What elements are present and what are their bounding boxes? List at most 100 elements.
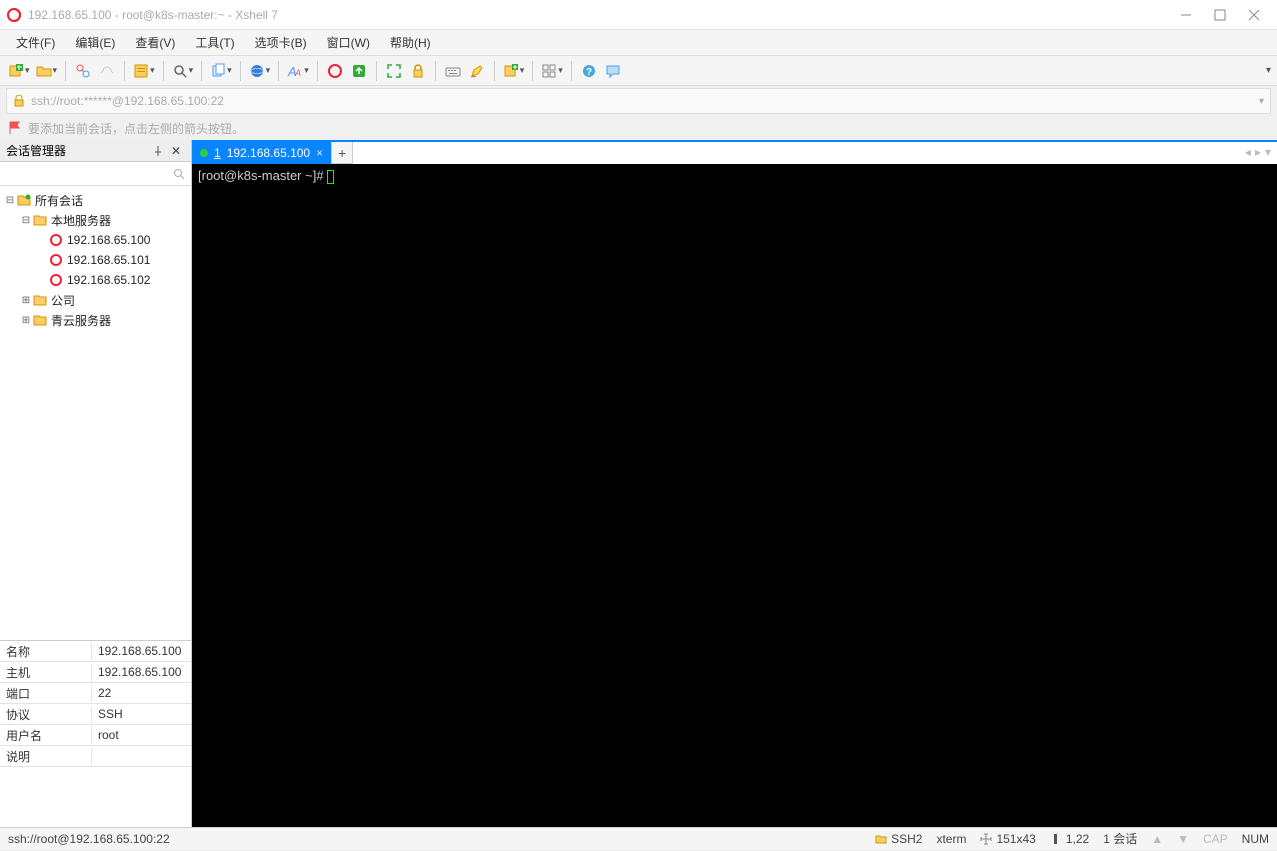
copy-icon[interactable]: ▾	[208, 60, 234, 82]
search-input[interactable]	[0, 162, 191, 185]
size-icon	[980, 833, 992, 845]
tile-icon[interactable]: ▾	[539, 60, 565, 82]
menu-view[interactable]: 查看(V)	[127, 32, 183, 53]
expand-icon[interactable]: ⊟	[20, 215, 32, 226]
status-up-icon[interactable]: ▲	[1151, 832, 1163, 846]
search-icon[interactable]: ▾	[170, 60, 196, 82]
tree-label: 所有会话	[35, 192, 83, 209]
maximize-button[interactable]	[1213, 8, 1227, 22]
fullscreen-icon[interactable]	[383, 60, 405, 82]
tree-label: 本地服务器	[51, 212, 111, 229]
tree-folder-company[interactable]: ⊞ 公司	[2, 290, 189, 310]
minimize-button[interactable]	[1179, 8, 1193, 22]
menu-tools[interactable]: 工具(T)	[187, 32, 242, 53]
expand-icon[interactable]: ⊞	[20, 295, 32, 306]
status-size: 151x43	[980, 832, 1035, 846]
terminal[interactable]: [root@k8s-master ~]#	[192, 164, 1277, 827]
expand-icon[interactable]: ⊟	[4, 195, 16, 206]
status-sessions: 1 会话	[1103, 830, 1137, 847]
hint-bar: 要添加当前会话，点击左侧的箭头按钮。	[0, 116, 1277, 140]
toolbar-overflow-icon[interactable]: ▾	[1266, 65, 1271, 76]
tab-prev-icon[interactable]: ◂	[1245, 145, 1251, 159]
status-cap: CAP	[1203, 832, 1228, 846]
prop-row-user: 用户名root	[0, 725, 191, 746]
tree-host-0[interactable]: 192.168.65.100	[2, 230, 189, 250]
close-button[interactable]	[1247, 8, 1261, 22]
tree-label: 公司	[51, 292, 75, 309]
hint-text: 要添加当前会话，点击左侧的箭头按钮。	[28, 120, 244, 137]
tab-menu-icon[interactable]: ▾	[1265, 145, 1271, 159]
disconnect-icon[interactable]	[96, 60, 118, 82]
prop-row-proto: 协议SSH	[0, 704, 191, 725]
terminal-cursor	[327, 170, 334, 184]
tree-folder-local[interactable]: ⊟ 本地服务器	[2, 210, 189, 230]
session-tree: ⊟ 所有会话 ⊟ 本地服务器 192.168.65.100 192.168.65…	[0, 186, 191, 640]
open-session-icon[interactable]: ▾	[34, 60, 60, 82]
app-icon	[6, 7, 22, 23]
session-manager-panel: 会话管理器 ✕ ⊟ 所有会话 ⊟ 本地服务器 192.168.65.100	[0, 140, 192, 827]
tree-label: 青云服务器	[51, 312, 111, 329]
menu-edit[interactable]: 编辑(E)	[67, 32, 123, 53]
session-icon	[48, 232, 64, 248]
globe-icon[interactable]: ▾	[247, 60, 273, 82]
cursor-pos-icon	[1050, 833, 1062, 845]
xshell-icon[interactable]	[324, 60, 346, 82]
add-button-icon[interactable]: ▾	[501, 60, 527, 82]
address-dropdown-icon[interactable]: ▾	[1259, 96, 1264, 107]
tree-label: 192.168.65.102	[67, 273, 150, 287]
add-tab-button[interactable]: +	[331, 142, 353, 164]
properties-icon[interactable]: ▾	[131, 60, 157, 82]
tab-next-icon[interactable]: ▸	[1255, 145, 1261, 159]
hint-flag-icon	[8, 121, 22, 135]
properties-table: 名称192.168.65.100 主机192.168.65.100 端口22 协…	[0, 640, 191, 827]
status-down-icon[interactable]: ▼	[1177, 832, 1189, 846]
highlight-icon[interactable]	[466, 60, 488, 82]
tree-host-2[interactable]: 192.168.65.102	[2, 270, 189, 290]
prop-row-host: 主机192.168.65.100	[0, 662, 191, 683]
terminal-prompt: [root@k8s-master ~]#	[198, 168, 327, 183]
status-term: xterm	[936, 832, 966, 846]
expand-icon[interactable]: ⊞	[20, 315, 32, 326]
address-text: ssh://root:******@192.168.65.100:22	[31, 94, 224, 108]
menu-window[interactable]: 窗口(W)	[319, 32, 378, 53]
reconnect-icon[interactable]	[72, 60, 94, 82]
tab-close-icon[interactable]: ×	[316, 146, 323, 160]
menu-tab[interactable]: 选项卡(B)	[247, 32, 315, 53]
help-icon[interactable]: ?	[578, 60, 600, 82]
keyboard-icon[interactable]	[442, 60, 464, 82]
menu-help[interactable]: 帮助(H)	[382, 32, 439, 53]
svg-text:?: ?	[586, 67, 592, 78]
separator	[571, 61, 572, 81]
tab-index: 1	[214, 146, 221, 160]
chat-icon[interactable]	[602, 60, 624, 82]
session-tab[interactable]: 1 192.168.65.100 ×	[192, 142, 331, 164]
separator	[240, 61, 241, 81]
prop-row-name: 名称192.168.65.100	[0, 641, 191, 662]
address-bar[interactable]: ssh://root:******@192.168.65.100:22 ▾	[6, 88, 1271, 114]
pin-icon[interactable]	[149, 146, 167, 156]
svg-text:A: A	[294, 68, 301, 78]
lock-icon[interactable]	[407, 60, 429, 82]
tree-root[interactable]: ⊟ 所有会话	[2, 190, 189, 210]
separator	[494, 61, 495, 81]
separator	[65, 61, 66, 81]
folder-root-icon	[16, 192, 32, 208]
tree-folder-qingyun[interactable]: ⊞ 青云服务器	[2, 310, 189, 330]
panel-close-icon[interactable]: ✕	[167, 144, 185, 158]
tree-label: 192.168.65.101	[67, 253, 150, 267]
folder-icon	[32, 212, 48, 228]
session-search[interactable]	[0, 162, 191, 186]
prop-row-desc: 说明	[0, 746, 191, 767]
content-area: 1 192.168.65.100 × + ◂ ▸ ▾ [root@k8s-mas…	[192, 140, 1277, 827]
tree-label: 192.168.65.100	[67, 233, 150, 247]
separator	[376, 61, 377, 81]
menu-file[interactable]: 文件(F)	[8, 32, 63, 53]
toolbar: ▾ ▾ ▾ ▾ ▾ ▾ AA▾ ▾ ▾ ? ▾	[0, 56, 1277, 86]
separator	[532, 61, 533, 81]
font-icon[interactable]: AA▾	[285, 60, 311, 82]
tree-host-1[interactable]: 192.168.65.101	[2, 250, 189, 270]
xftp-icon[interactable]	[348, 60, 370, 82]
new-session-icon[interactable]: ▾	[6, 60, 32, 82]
tab-strip: 1 192.168.65.100 × + ◂ ▸ ▾	[192, 140, 1277, 164]
separator	[124, 61, 125, 81]
